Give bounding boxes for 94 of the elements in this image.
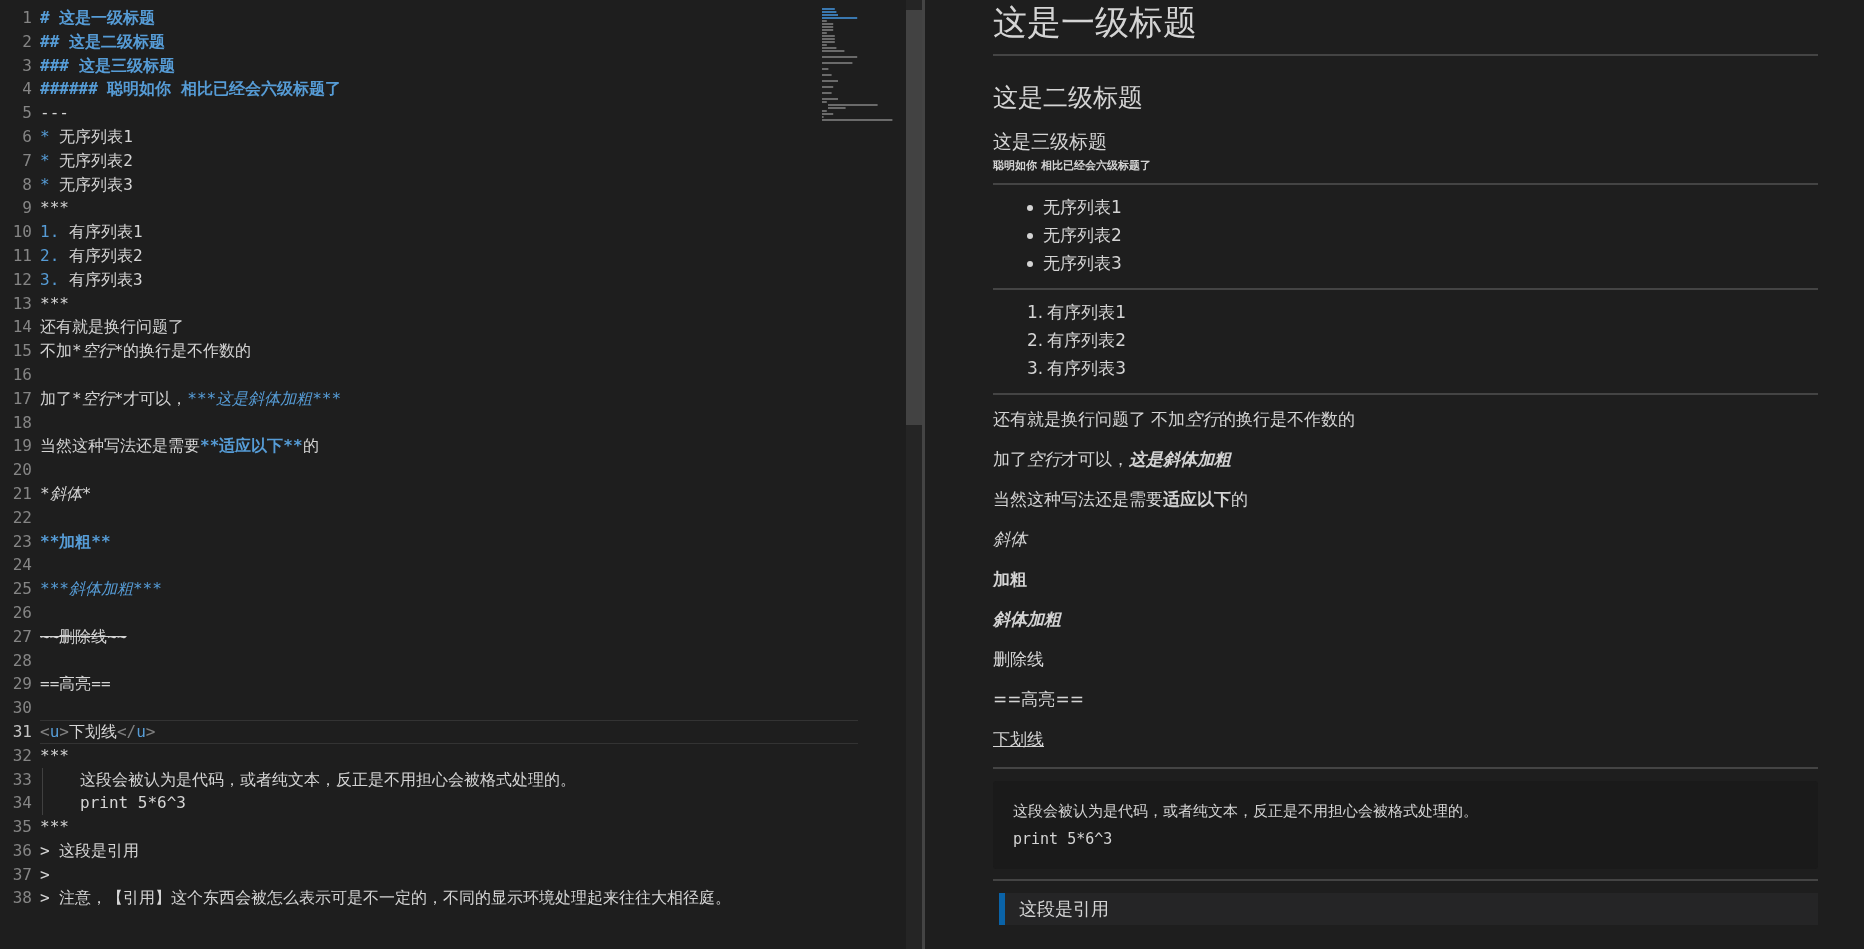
code-line: ## 这是二级标题: [40, 30, 166, 53]
line-number: 25: [11, 578, 33, 601]
line-number: 31: [11, 720, 33, 743]
paragraph: 还有就是换行问题了 不加空行的换行是不作数的: [993, 408, 1357, 431]
current-line: <u>下划线</u>: [40, 719, 858, 744]
line-number: 30: [11, 697, 33, 720]
code-line: ***斜体加粗***: [40, 578, 163, 601]
line-number: 34: [11, 792, 33, 815]
line-number: 27: [11, 625, 33, 648]
line-number: 5: [21, 102, 33, 125]
list-item: 无序列表3: [1043, 253, 1122, 274]
line-number: 32: [11, 744, 33, 767]
line-number: 28: [11, 649, 33, 672]
line-number: 38: [11, 887, 33, 910]
bullet-icon: [1027, 260, 1033, 267]
code-line: ###### 聪明如你 相比已经会六级标题了: [40, 78, 343, 101]
line-number: 6: [21, 126, 33, 148]
scrollbar-thumb[interactable]: [906, 10, 922, 425]
code-line: 不加*空行*的换行是不作数的: [40, 340, 253, 363]
list-item: 无序列表1: [1043, 197, 1122, 218]
list-item: 有序列表1: [1047, 302, 1127, 323]
list-item: 有序列表2: [1047, 330, 1127, 351]
line-number: 35: [11, 816, 33, 839]
list-item: 有序列表3: [1047, 358, 1127, 379]
paragraph: 加了空行才可以，这是斜体加粗: [993, 448, 1233, 471]
list-number: 3.: [1027, 358, 1044, 379]
bullet-icon: [1027, 204, 1033, 211]
line-number: 19: [11, 435, 33, 458]
line-number: 7: [21, 149, 33, 172]
line-number: 36: [11, 839, 33, 862]
heading-level-2: 这是二级标题: [993, 82, 1144, 114]
line-number: 3: [21, 54, 33, 77]
code-line: **加粗**: [40, 530, 112, 553]
line-number: 24: [11, 554, 33, 577]
code-line: ### 这是三级标题: [40, 54, 176, 77]
paragraph: ==高亮==: [993, 688, 1085, 711]
line-number: 18: [11, 411, 33, 434]
code-line: * 无序列表1: [40, 126, 134, 148]
line-number: 13: [11, 292, 33, 315]
code-line: 1. 有序列表1: [40, 221, 144, 244]
line-number: 33: [11, 768, 33, 791]
heading-level-1: 这是一级标题: [993, 1, 1198, 44]
code-line: ***: [40, 292, 70, 315]
code-line: > 注意，【引用】这个东西会被怎么表示可是不一定的，不同的显示环境处理起来往往大相径庭。: [40, 887, 733, 910]
line-number: 23: [11, 530, 33, 553]
code-line: ***: [40, 744, 70, 767]
paragraph: 下划线: [993, 728, 1045, 751]
code-line: ==高亮==: [40, 673, 112, 696]
line-number: 2: [21, 30, 33, 53]
code-line: * 无序列表3: [40, 173, 134, 196]
code-line: ***: [40, 197, 70, 220]
code-line: * 无序列表2: [40, 149, 134, 172]
code-line: > 这段是引用: [40, 839, 141, 862]
line-number: 8: [21, 173, 33, 196]
line-number: 22: [11, 506, 33, 529]
line-number: 37: [11, 863, 33, 886]
code-line: 当然这种写法还是需要**适应以下**的: [40, 435, 320, 458]
list-number: 2.: [1027, 330, 1044, 351]
paragraph: 斜体加粗: [993, 608, 1063, 631]
line-number: 17: [11, 387, 33, 410]
bullet-icon: [1027, 232, 1033, 239]
heading-level-6: 聪明如你 相比已经会六级标题了: [993, 158, 1152, 173]
code-line: >: [40, 863, 51, 886]
code-line: ***: [40, 816, 70, 839]
paragraph: 当然这种写法还是需要适应以下的: [993, 488, 1249, 511]
line-number: 12: [11, 268, 33, 291]
line-number: 26: [11, 601, 33, 624]
line-number: 11: [11, 244, 33, 267]
line-number: 10: [11, 221, 33, 244]
code-line: 还有就是换行问题了: [40, 316, 185, 339]
code-block: 这段会被认为是代码，或者纯文本，反正是不用担心会被格式处理的。 print 5*6^3: [993, 781, 1818, 869]
line-number: 15: [11, 340, 33, 363]
line-number: 20: [11, 459, 33, 482]
paragraph: 删除线: [993, 648, 1045, 671]
code-line: 2. 有序列表2: [40, 244, 144, 267]
list-number: 1.: [1027, 302, 1044, 323]
code-line: # 这是一级标题: [40, 7, 157, 29]
blockquote: 这段是引用: [999, 893, 1818, 925]
line-number: 14: [11, 316, 33, 339]
code-line: *斜体*: [40, 482, 93, 505]
line-number: 16: [11, 363, 33, 386]
line-number: 29: [11, 673, 33, 696]
list-item: 无序列表2: [1043, 225, 1122, 246]
line-number: 9: [21, 197, 33, 220]
code-line: 3. 有序列表3: [40, 268, 144, 291]
line-number: 1: [21, 7, 33, 29]
line-number: 21: [11, 482, 33, 505]
paragraph: 加粗: [993, 568, 1028, 591]
code-line: ---: [40, 102, 70, 125]
line-number: 4: [21, 78, 33, 101]
paragraph: 斜体: [993, 528, 1030, 551]
code-line: 加了*空行*才可以，***这是斜体加粗***: [40, 387, 343, 410]
code-line: ~~删除线~~: [40, 625, 128, 648]
heading-level-3: 这是三级标题: [993, 129, 1108, 154]
